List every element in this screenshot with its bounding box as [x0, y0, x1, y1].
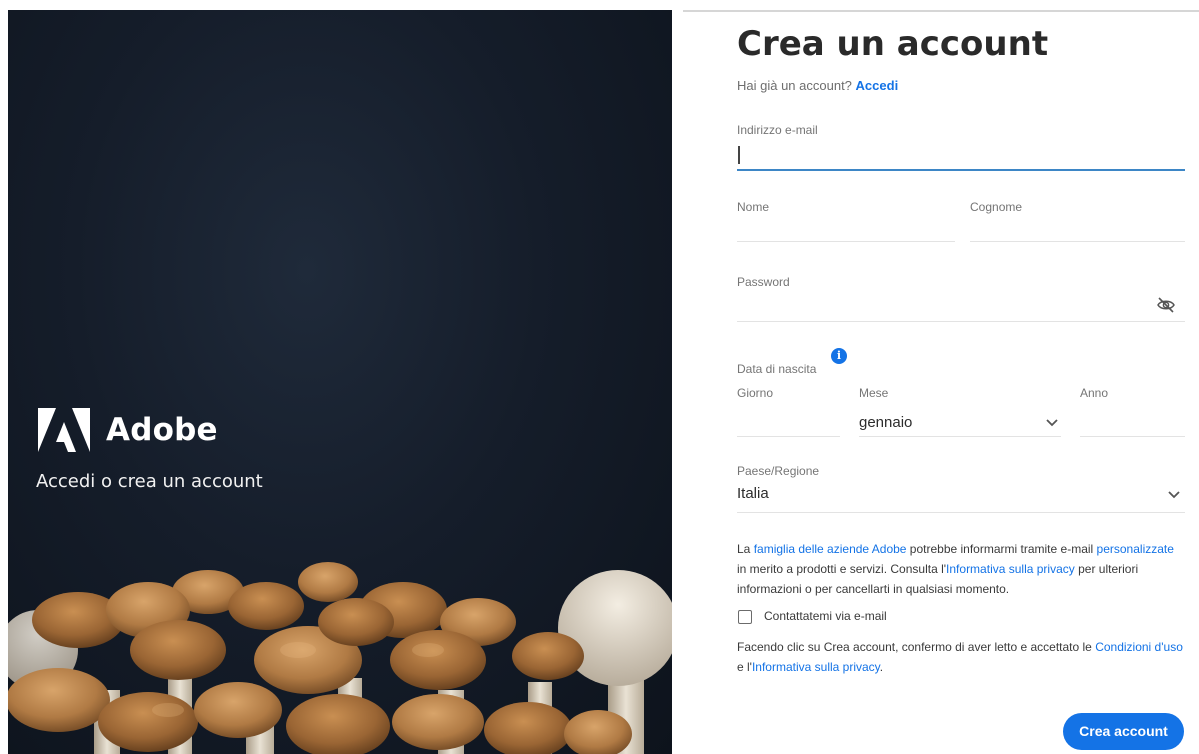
chevron-down-icon[interactable]	[1167, 490, 1181, 500]
email-consent-label: Contattatemi via e-mail	[764, 609, 887, 623]
top-divider	[683, 10, 1199, 12]
year-field[interactable]	[1080, 436, 1185, 437]
hero-panel: Adobe Accedi o crea un account	[8, 10, 672, 754]
dob-label: Data di nascita	[737, 362, 817, 376]
day-field[interactable]	[737, 436, 840, 437]
page-title: Crea un account	[737, 24, 1049, 64]
mushroom-photo	[8, 562, 672, 754]
personalized-link[interactable]: personalizzate	[1097, 542, 1174, 556]
adobe-logo-icon	[38, 408, 90, 452]
adobe-family-link[interactable]: famiglia delle aziende Adobe	[754, 542, 907, 556]
create-account-button[interactable]: Crea account	[1063, 713, 1184, 750]
legal-text: in merito a prodotti e servizi. Consulta…	[737, 562, 947, 576]
first-name-field[interactable]	[737, 241, 955, 242]
info-icon[interactable]: i	[831, 348, 847, 364]
month-label: Mese	[859, 386, 889, 400]
brand-name: Adobe	[106, 412, 218, 448]
last-name-label: Cognome	[970, 200, 1023, 214]
country-label: Paese/Regione	[737, 464, 820, 478]
email-field[interactable]	[737, 169, 1185, 171]
signin-link[interactable]: Accedi	[856, 78, 899, 93]
marketing-consent-text: La famiglia delle aziende Adobe potrebbe…	[737, 539, 1183, 599]
privacy-policy-link[interactable]: Informativa sulla privacy	[752, 660, 880, 674]
terms-text: Facendo clic su Crea account, confermo d…	[737, 637, 1183, 677]
brand-tagline: Accedi o crea un account	[36, 471, 263, 492]
legal-text: e l'	[737, 660, 752, 674]
email-consent-checkbox[interactable]	[738, 610, 752, 624]
month-select[interactable]: gennaio	[859, 414, 912, 431]
signin-prompt-text: Hai già un account?	[737, 78, 852, 93]
eye-off-icon[interactable]	[1156, 296, 1176, 314]
month-field-underline	[859, 436, 1061, 437]
last-name-field[interactable]	[970, 241, 1185, 242]
email-label: Indirizzo e-mail	[737, 123, 818, 137]
country-field-underline	[737, 512, 1185, 513]
brand: Adobe	[38, 408, 218, 452]
day-label: Giorno	[737, 386, 774, 400]
email-caret	[738, 146, 740, 164]
terms-link[interactable]: Condizioni d'uso	[1095, 640, 1183, 654]
legal-text: La	[737, 542, 754, 556]
chevron-down-icon[interactable]	[1045, 418, 1059, 428]
password-label: Password	[737, 275, 790, 289]
legal-text: potrebbe informarmi tramite e-mail	[906, 542, 1097, 556]
first-name-label: Nome	[737, 200, 770, 214]
legal-text: Facendo clic su Crea account, confermo d…	[737, 640, 1096, 654]
country-select[interactable]: Italia	[737, 485, 769, 502]
legal-text: .	[879, 660, 884, 674]
top-bar	[0, 0, 1199, 10]
privacy-policy-link[interactable]: Informativa sulla privacy	[946, 562, 1075, 576]
password-field[interactable]	[737, 321, 1185, 322]
year-label: Anno	[1080, 386, 1109, 400]
signin-prompt: Hai già un account? Accedi	[737, 78, 898, 93]
